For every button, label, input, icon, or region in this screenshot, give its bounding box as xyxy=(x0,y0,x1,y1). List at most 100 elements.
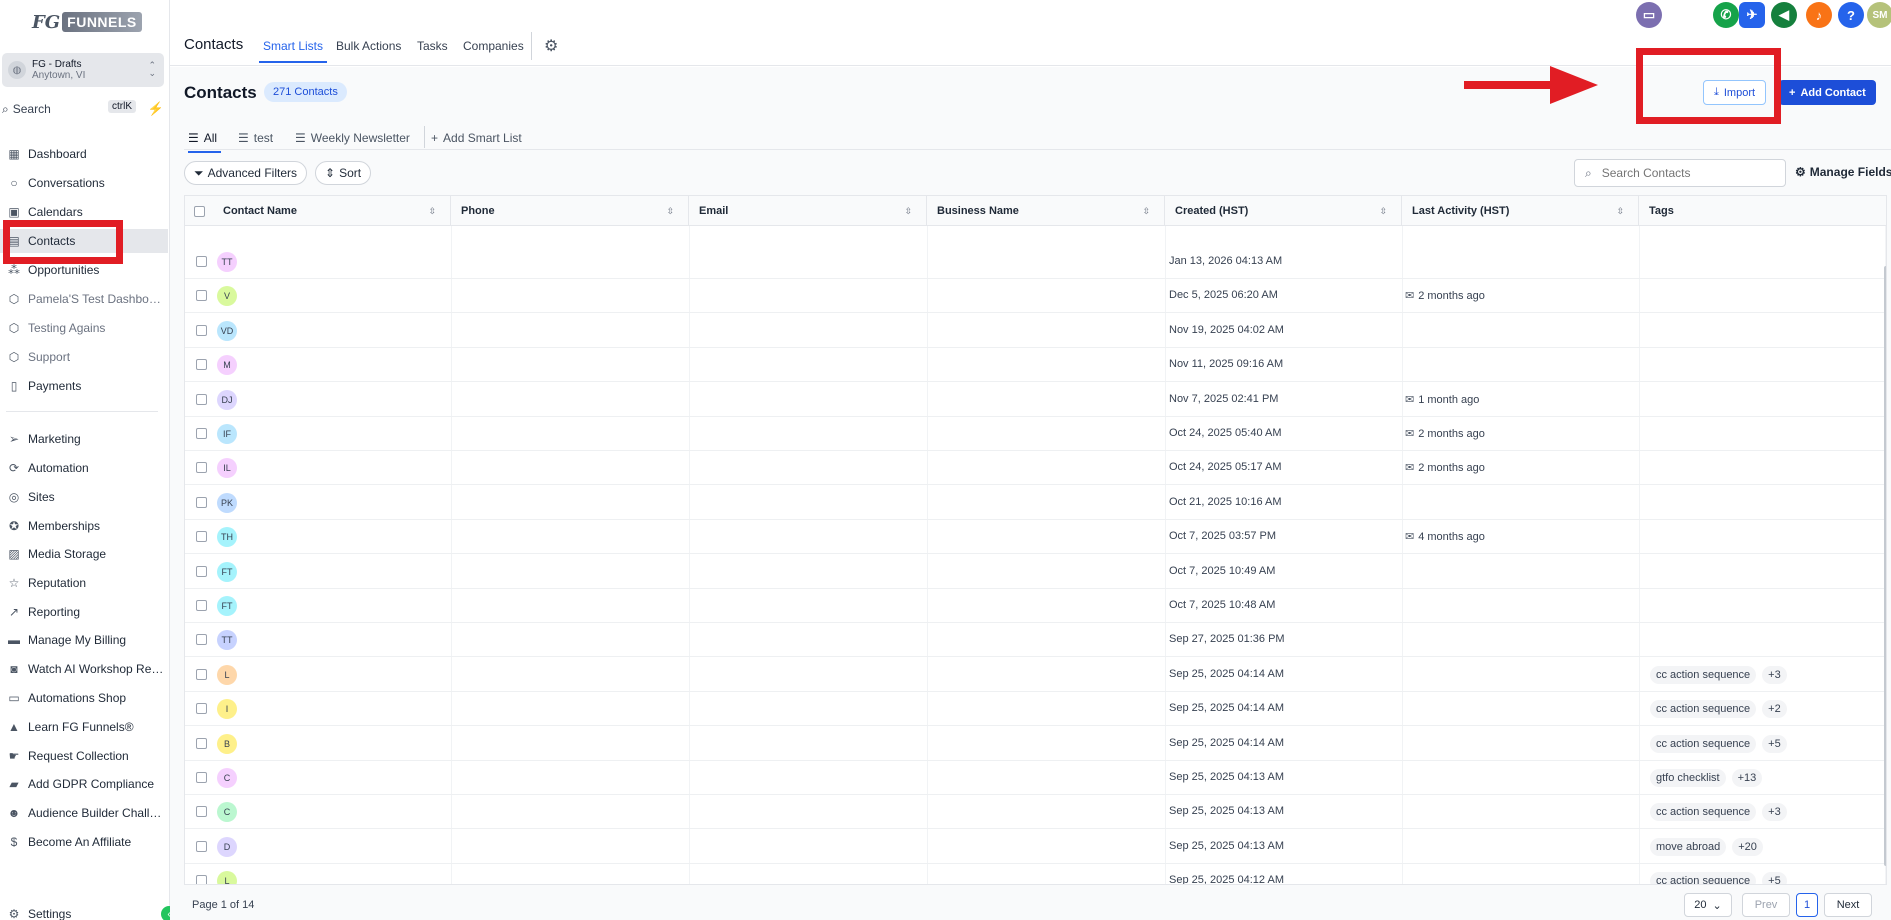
sidebar-item-add-gdpr-compliance[interactable]: ▰ Add GDPR Compliance xyxy=(0,772,168,796)
contact-avatar[interactable]: C xyxy=(217,802,237,822)
phone-icon[interactable]: ✆ xyxy=(1713,2,1739,28)
advanced-filters-button[interactable]: ⏷ Advanced Filters xyxy=(184,161,307,185)
sidebar-search[interactable]: ⌕ Search ctrlK ⚡ xyxy=(2,99,166,119)
more-tags-pill[interactable]: +20 xyxy=(1732,838,1763,856)
sort-icon[interactable]: ⇳ xyxy=(1379,206,1387,217)
add-smart-list-button[interactable]: + Add Smart List xyxy=(431,127,522,149)
column-last-activity[interactable]: Last Activity (HST) ⇳ xyxy=(1402,196,1639,226)
contact-avatar[interactable]: IF xyxy=(217,424,237,444)
table-row[interactable]: L Sep 25, 2025 04:12 AM cc action sequence… xyxy=(185,864,1886,884)
sort-icon[interactable]: ⇳ xyxy=(1616,206,1624,217)
sidebar-item-reporting[interactable]: ↗ Reporting xyxy=(0,600,168,624)
select-all-checkbox[interactable] xyxy=(185,196,213,226)
contact-avatar[interactable]: I xyxy=(217,699,237,719)
table-row[interactable]: V Dec 5, 2025 06:20 AM ✉ 2 months ago xyxy=(185,279,1886,313)
current-page-button[interactable]: 1 xyxy=(1796,893,1818,917)
smart-list-tab-test[interactable]: ☰ test xyxy=(238,127,273,149)
account-switcher[interactable]: ◍ FG - Drafts Anytown, VI ⌃ ⌄ xyxy=(2,53,164,87)
row-checkbox[interactable] xyxy=(196,497,207,508)
row-checkbox[interactable] xyxy=(196,256,207,267)
search-contacts-field[interactable]: ⌕ xyxy=(1574,159,1786,187)
table-row[interactable]: TH Oct 7, 2025 03:57 PM ✉ 4 months ago xyxy=(185,520,1886,554)
sidebar-item-audience-builder-challe[interactable]: ☻ Audience Builder Challe... xyxy=(0,801,168,825)
contact-avatar[interactable]: L xyxy=(217,871,237,884)
contact-avatar[interactable]: TH xyxy=(217,527,237,547)
sidebar-item-automations-shop[interactable]: ▭ Automations Shop xyxy=(0,686,168,710)
table-row[interactable]: B Sep 25, 2025 04:14 AM cc action sequence… xyxy=(185,727,1886,761)
megaphone-icon[interactable]: ◀ xyxy=(1771,2,1797,28)
search-contacts-input[interactable] xyxy=(1601,166,1762,180)
sidebar-item-memberships[interactable]: ✪ Memberships xyxy=(0,514,168,538)
more-tags-pill[interactable]: +5 xyxy=(1762,872,1787,884)
more-tags-pill[interactable]: +3 xyxy=(1762,803,1787,821)
row-checkbox[interactable] xyxy=(196,325,207,336)
table-row[interactable]: M Nov 11, 2025 09:16 AM xyxy=(185,348,1886,382)
table-row[interactable]: IF Oct 24, 2025 05:40 AM ✉ 2 months ago xyxy=(185,417,1886,451)
contact-avatar[interactable]: VD xyxy=(217,321,237,341)
contact-avatar[interactable]: V xyxy=(217,286,237,306)
sidebar-item-payments[interactable]: ▯ Payments xyxy=(0,374,168,398)
sidebar-item-sites[interactable]: ◎ Sites xyxy=(0,485,168,509)
table-row[interactable]: D Sep 25, 2025 04:13 AM move abroad +20 xyxy=(185,830,1886,864)
tag-pill[interactable]: cc action sequence xyxy=(1650,735,1757,753)
manage-fields-button[interactable]: ⚙ Manage Fields xyxy=(1795,165,1891,179)
contact-avatar[interactable]: FT xyxy=(217,562,237,582)
tab-smart-lists[interactable]: Smart Lists xyxy=(258,39,328,63)
table-row[interactable]: FT Oct 7, 2025 10:48 AM xyxy=(185,589,1886,623)
contact-avatar[interactable]: D xyxy=(217,837,237,857)
sidebar-item-manage-my-billing[interactable]: ▬ Manage My Billing xyxy=(0,628,168,652)
row-checkbox[interactable] xyxy=(196,531,207,542)
chat-bubble-icon[interactable]: ▭ xyxy=(1636,2,1662,28)
contact-avatar[interactable]: IL xyxy=(217,458,237,478)
user-avatar[interactable]: SM xyxy=(1867,2,1891,28)
contact-avatar[interactable]: DJ xyxy=(217,390,237,410)
row-checkbox[interactable] xyxy=(196,600,207,611)
sidebar-item-settings[interactable]: ⚙ Settings xyxy=(0,902,168,920)
more-tags-pill[interactable]: +2 xyxy=(1762,700,1787,718)
sidebar-item-marketing[interactable]: ➢ Marketing xyxy=(0,427,168,451)
contact-avatar[interactable]: FT xyxy=(217,596,237,616)
tag-pill[interactable]: cc action sequence xyxy=(1650,666,1757,684)
next-page-button[interactable]: Next xyxy=(1824,893,1872,917)
row-checkbox[interactable] xyxy=(196,669,207,680)
table-scrollbar-thumb[interactable] xyxy=(1884,266,1886,866)
more-tags-pill[interactable]: +5 xyxy=(1762,735,1787,753)
sidebar-item-pamela-s-test-dashboard[interactable]: ⬡ Pamela'S Test Dashboard... xyxy=(0,287,168,311)
sidebar-item-automation[interactable]: ⟳ Automation xyxy=(0,456,168,480)
tag-pill[interactable]: cc action sequence xyxy=(1650,700,1757,718)
sidebar-item-reputation[interactable]: ☆ Reputation xyxy=(0,571,168,595)
column-phone[interactable]: Phone ⇳ xyxy=(451,196,689,226)
table-row[interactable]: I Sep 25, 2025 04:14 AM cc action sequence… xyxy=(185,692,1886,726)
contact-avatar[interactable]: TT xyxy=(217,630,237,650)
quick-action-bolt-icon[interactable]: ⚡ xyxy=(146,99,166,119)
sidebar-item-conversations[interactable]: ○ Conversations xyxy=(0,171,168,195)
brand-logo[interactable]: FG FUNNELS xyxy=(32,6,142,38)
table-row[interactable]: VD Nov 19, 2025 04:02 AM xyxy=(185,314,1886,348)
column-email[interactable]: Email ⇳ xyxy=(689,196,927,226)
rocket-icon[interactable]: ✈ xyxy=(1739,2,1765,28)
row-checkbox[interactable] xyxy=(196,290,207,301)
table-row[interactable]: C Sep 25, 2025 04:13 AM cc action sequence… xyxy=(185,795,1886,829)
contact-avatar[interactable]: B xyxy=(217,734,237,754)
row-checkbox[interactable] xyxy=(196,806,207,817)
more-tags-pill[interactable]: +13 xyxy=(1731,769,1763,787)
tab-companies[interactable]: Companies xyxy=(463,39,524,53)
column-business-name[interactable]: Business Name ⇳ xyxy=(927,196,1165,226)
table-row[interactable]: C Sep 25, 2025 04:13 AM gtfo checklist +13 xyxy=(185,761,1886,795)
table-row[interactable]: TT Sep 27, 2025 01:36 PM xyxy=(185,623,1886,657)
sidebar-item-watch-ai-workshop-repl[interactable]: ◙ Watch AI Workshop Repl... xyxy=(0,657,168,681)
tab-bulk-actions[interactable]: Bulk Actions xyxy=(336,39,401,53)
row-checkbox[interactable] xyxy=(196,738,207,749)
table-row[interactable]: L Sep 25, 2025 04:14 AM cc action sequence… xyxy=(185,658,1886,692)
row-checkbox[interactable] xyxy=(196,394,207,405)
table-row[interactable]: IL Oct 24, 2025 05:17 AM ✉ 2 months ago xyxy=(185,451,1886,485)
table-row[interactable]: DJ Nov 7, 2025 02:41 PM ✉ 1 month ago xyxy=(185,383,1886,417)
row-checkbox[interactable] xyxy=(196,462,207,473)
sidebar-item-learn-fg-funnels[interactable]: ▲ Learn FG Funnels® xyxy=(0,715,168,739)
sort-icon[interactable]: ⇳ xyxy=(904,206,912,217)
add-contact-button[interactable]: + Add Contact xyxy=(1779,80,1876,105)
sort-icon[interactable]: ⇳ xyxy=(666,206,674,217)
tab-tasks[interactable]: Tasks xyxy=(417,39,448,53)
sort-icon[interactable]: ⇳ xyxy=(1142,206,1150,217)
tag-pill[interactable]: cc action sequence xyxy=(1650,872,1757,884)
